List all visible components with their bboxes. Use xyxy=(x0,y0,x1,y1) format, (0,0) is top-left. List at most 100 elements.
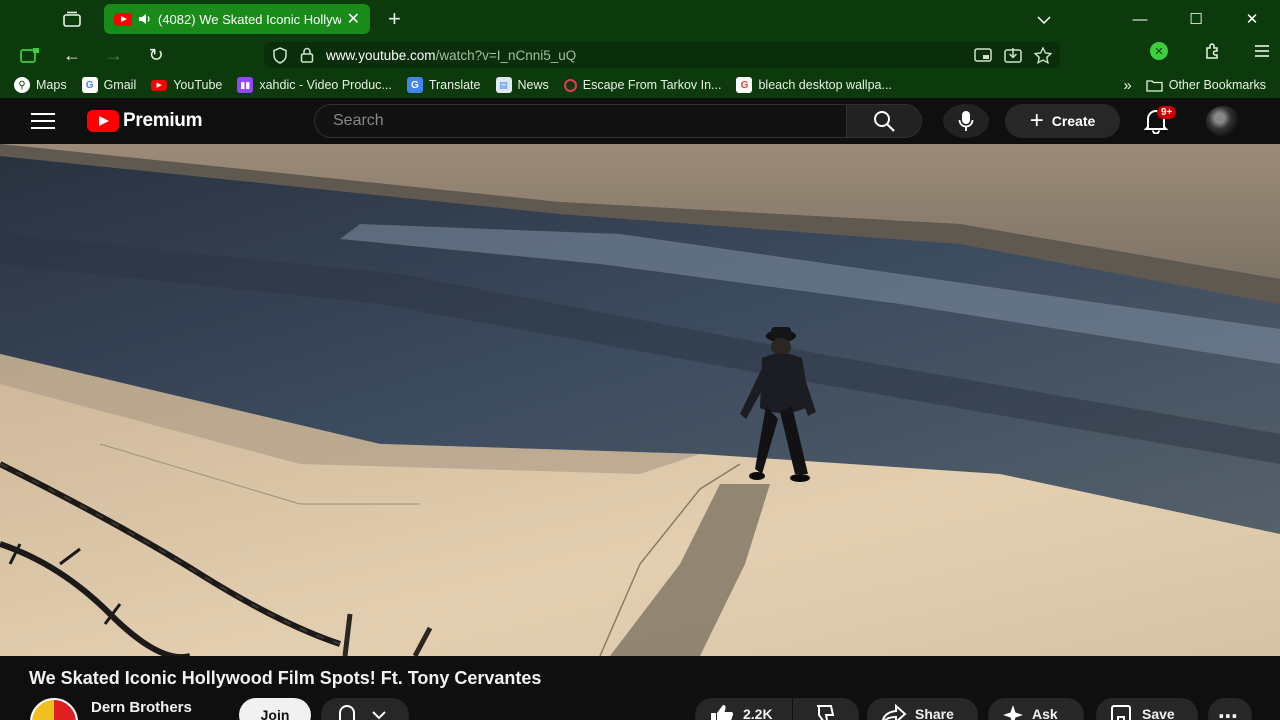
dislike-button[interactable] xyxy=(793,698,859,720)
new-tab-button[interactable]: + xyxy=(388,8,401,30)
bookmark-gmail[interactable]: G Gmail xyxy=(81,77,137,93)
tab-search-chevron-icon[interactable] xyxy=(1016,11,1072,28)
address-bar-actions xyxy=(974,46,1052,64)
video-title: We Skated Iconic Hollywood Film Spots! F… xyxy=(29,668,542,688)
back-button[interactable]: ← xyxy=(51,40,93,70)
youtube-icon: ▶ xyxy=(151,79,168,91)
more-horizontal-icon: ⋯ xyxy=(1218,706,1238,720)
google-icon: G xyxy=(736,77,753,93)
chevron-down-icon xyxy=(372,711,386,720)
notifications-badge: 9+ xyxy=(1157,106,1177,119)
twitch-icon: ▮▮ xyxy=(237,77,254,93)
bookmark-news[interactable]: ▤ News xyxy=(495,77,549,93)
google-icon: G xyxy=(81,77,98,93)
subscribed-notifications-button[interactable] xyxy=(321,698,409,720)
account-avatar[interactable] xyxy=(1206,106,1240,136)
browser-menu-icon[interactable] xyxy=(1254,44,1270,58)
like-button[interactable]: 2.2K xyxy=(695,698,792,720)
address-bar[interactable]: www.youtube.com/watch?v=I_nCnni5_uQ xyxy=(264,42,1060,68)
guide-menu-icon[interactable] xyxy=(31,113,55,129)
thumbs-down-icon xyxy=(817,705,835,720)
bookmark-label: bleach desktop wallpa... xyxy=(758,78,892,92)
bookmark-label: xahdic - Video Produc... xyxy=(259,78,392,92)
sidebar-icon xyxy=(20,48,39,63)
install-app-icon[interactable] xyxy=(1004,47,1022,63)
save-button[interactable]: Save xyxy=(1096,698,1198,720)
maximize-window-button[interactable]: ☐ xyxy=(1168,10,1224,28)
more-actions-button[interactable]: ⋯ xyxy=(1208,698,1252,720)
reload-button[interactable]: ↻ xyxy=(135,40,177,70)
more-bookmarks-chevron-icon[interactable]: » xyxy=(1123,77,1131,94)
create-button[interactable]: + Create xyxy=(1005,104,1120,138)
extension-xbox-icon[interactable]: ✕ xyxy=(1150,42,1168,60)
window-controls: — ☐ ✕ xyxy=(1016,10,1280,28)
close-window-button[interactable]: ✕ xyxy=(1224,10,1280,28)
bookmark-translate[interactable]: G Translate xyxy=(406,77,481,93)
youtube-logo-icon xyxy=(87,110,119,132)
bookmarks-bar: ⚲ Maps G Gmail ▶ YouTube ▮▮ xahdic - Vid… xyxy=(0,72,1280,98)
ask-label: Ask xyxy=(1032,706,1058,720)
forward-button[interactable]: → xyxy=(93,40,135,70)
bookmark-label: Escape From Tarkov In... xyxy=(582,78,722,92)
bookmark-bleach[interactable]: G bleach desktop wallpa... xyxy=(736,77,892,93)
search-button[interactable] xyxy=(846,104,922,138)
bell-icon xyxy=(338,705,356,720)
search-placeholder: Search xyxy=(333,112,384,129)
search-icon xyxy=(874,111,895,132)
picture-in-picture-icon[interactable] xyxy=(974,48,992,62)
bookmark-label: Maps xyxy=(36,78,67,92)
news-icon: ▤ xyxy=(495,77,512,93)
ask-button[interactable]: Ask xyxy=(988,698,1084,720)
bookmark-label: Gmail xyxy=(103,78,137,92)
video-info-section: We Skated Iconic Hollywood Film Spots! F… xyxy=(0,656,1280,720)
save-to-playlist-icon xyxy=(1111,705,1131,720)
tabs-icon xyxy=(63,11,81,27)
browser-tab-bar: (4082) We Skated Iconic Hollywood Film S… xyxy=(0,0,1280,38)
url-path: /watch?v=I_nCnni5_uQ xyxy=(435,47,577,63)
speaker-icon[interactable] xyxy=(138,12,152,26)
minimize-window-button[interactable]: — xyxy=(1112,11,1168,28)
lock-icon[interactable] xyxy=(300,47,314,63)
sparkle-icon xyxy=(1003,705,1023,720)
maps-icon: ⚲ xyxy=(14,77,30,93)
youtube-premium-logo[interactable]: Premium xyxy=(87,110,203,132)
youtube-favicon-icon xyxy=(114,12,132,26)
thumbs-up-icon xyxy=(711,705,734,720)
tab-title: (4082) We Skated Iconic Hollywood Film S… xyxy=(158,11,341,27)
channel-avatar[interactable] xyxy=(30,698,78,720)
youtube-header: Premium Search + Create 9+ xyxy=(0,98,1280,144)
logo-text: Premium xyxy=(123,110,203,131)
bookmark-label: News xyxy=(517,78,549,92)
microphone-icon xyxy=(958,111,974,131)
folder-icon xyxy=(1146,79,1163,92)
browser-nav-bar: ← → ↻ www.youtube.com/watch?v=I_nCnni5_u… xyxy=(0,38,1280,72)
share-button[interactable]: Share xyxy=(867,698,978,720)
bookmark-maps[interactable]: ⚲ Maps xyxy=(14,77,67,93)
channel-name[interactable]: Dern Brothers xyxy=(91,699,192,716)
shield-icon[interactable] xyxy=(272,46,288,64)
close-tab-icon[interactable]: ✕ xyxy=(347,9,360,29)
other-bookmarks-folder[interactable]: Other Bookmarks xyxy=(1146,78,1266,92)
translate-icon: G xyxy=(406,77,423,93)
tarkov-icon xyxy=(563,78,577,92)
bookmark-label: YouTube xyxy=(173,78,223,92)
voice-search-button[interactable] xyxy=(943,104,989,138)
save-label: Save xyxy=(1142,706,1175,720)
share-label: Share xyxy=(915,706,954,720)
video-player[interactable] xyxy=(0,144,1280,656)
url-text: www.youtube.com/watch?v=I_nCnni5_uQ xyxy=(326,48,576,63)
other-bookmarks-label: Other Bookmarks xyxy=(1168,78,1266,92)
extensions-puzzle-icon[interactable] xyxy=(1204,42,1222,60)
bookmarks-bar-right: » Other Bookmarks xyxy=(1123,77,1280,94)
like-count: 2.2K xyxy=(743,706,773,720)
sidebar-toggle-button[interactable] xyxy=(9,40,51,70)
bookmark-xahdic[interactable]: ▮▮ xahdic - Video Produc... xyxy=(237,77,392,93)
search-input[interactable]: Search xyxy=(314,104,846,138)
bookmark-youtube[interactable]: ▶ YouTube xyxy=(151,78,222,92)
join-button[interactable]: Join xyxy=(239,698,311,720)
tab-manager-button[interactable] xyxy=(54,4,90,34)
bookmark-star-icon[interactable] xyxy=(1034,46,1052,64)
toolbar-extensions: ✕ xyxy=(1150,42,1270,60)
bookmark-tarkov[interactable]: Escape From Tarkov In... xyxy=(563,78,722,92)
browser-tab-youtube[interactable]: (4082) We Skated Iconic Hollywood Film S… xyxy=(104,4,370,34)
